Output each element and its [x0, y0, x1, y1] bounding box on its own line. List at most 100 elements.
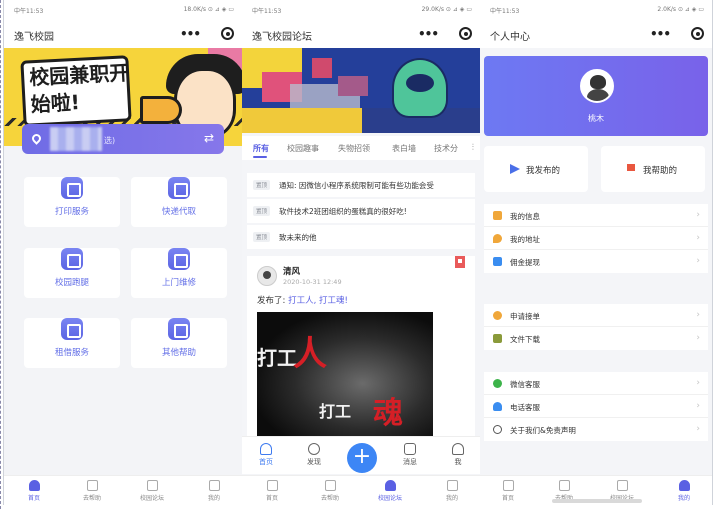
banner-title: 校园兼职开始啦!	[28, 60, 130, 117]
menu-item-phone-support[interactable]: 电话客服 ›	[484, 395, 708, 418]
tab-mine[interactable]: 我的	[432, 480, 472, 502]
forum-tab-home[interactable]: 首页	[250, 443, 282, 467]
horizontal-scrollbar[interactable]	[552, 499, 642, 503]
tile-label: 其他帮助	[161, 348, 196, 358]
menu-item-my-address[interactable]: 我的地址 ›	[484, 227, 708, 250]
tab-all[interactable]: 所有	[253, 143, 269, 154]
pinned-badge: 置顶	[253, 232, 271, 242]
user-icon	[446, 480, 458, 491]
tab-campus-fun[interactable]: 校园趣事	[287, 143, 319, 154]
forum-tab-messages[interactable]: 消息	[394, 443, 426, 467]
status-bar: 中午11:53 2.0K/s ⊙ ⊿ ◈ ▭	[480, 0, 712, 20]
menu-item-about[interactable]: 关于我们&免责声明 ›	[484, 418, 708, 441]
tab-mine[interactable]: 我的	[194, 480, 234, 502]
post-content-highlight[interactable]: 打工人, 打工魂!	[288, 296, 348, 306]
service-tile-repair[interactable]: 上门维修	[131, 248, 227, 298]
menu-group-account: 我的信息 › 我的地址 › 佣金提现 ›	[484, 204, 708, 273]
avatar[interactable]	[580, 69, 614, 103]
tab-bar: 首页 去帮助 校园论坛 我的	[4, 475, 242, 505]
pinned-notice[interactable]: 置顶 致未来的他	[247, 225, 475, 249]
tab-lost-found[interactable]: 失物招领	[338, 143, 370, 154]
notice-text: 软件技术2班团组织的蛋糕真的很好吃!	[279, 207, 407, 216]
more-dots-icon[interactable]: •••	[180, 27, 201, 41]
service-tile-rent[interactable]: 租借服务	[24, 318, 120, 368]
forum-banner-image[interactable]	[242, 48, 480, 133]
location-selector[interactable]: 选) ⇄	[22, 124, 224, 154]
filter-icon[interactable]: ⫶	[472, 143, 474, 153]
chevron-right-icon: ›	[696, 333, 700, 343]
service-tile-courier[interactable]: 快递代取	[131, 177, 227, 227]
close-target-icon[interactable]	[221, 27, 234, 40]
tab-home[interactable]: 首页	[488, 480, 528, 502]
service-tile-print[interactable]: 打印服务	[24, 177, 120, 227]
avatar[interactable]	[257, 266, 277, 286]
tab-confession-wall[interactable]: 表白墙	[392, 143, 416, 154]
tile-label: 打印服务	[54, 207, 89, 217]
post-content: 发布了: 打工人, 打工魂!	[257, 294, 348, 306]
megaphone-icon	[140, 96, 182, 124]
more-dots-icon[interactable]: •••	[418, 27, 439, 41]
wechat-icon	[493, 379, 502, 388]
tab-home[interactable]: 首页	[252, 480, 292, 502]
tab-tech[interactable]: 技术分	[434, 143, 458, 154]
help-icon	[558, 480, 570, 491]
menu-item-file-download[interactable]: 文件下载 ›	[484, 327, 708, 350]
page-title: 逸飞校园	[14, 32, 54, 43]
miniprogram-capsule[interactable]: •••	[648, 24, 706, 44]
profile-header: 桃木	[484, 56, 708, 136]
chevron-right-icon: ›	[696, 233, 700, 243]
banner-block	[338, 76, 368, 96]
bookmark-flag-icon[interactable]	[455, 256, 465, 268]
close-target-icon[interactable]	[459, 27, 472, 40]
more-icon	[168, 318, 190, 340]
pinned-notice[interactable]: 置顶 通知: 因微信小程序系统限制可能有些功能会受	[247, 173, 475, 197]
menu-item-wechat-support[interactable]: 微信客服 ›	[484, 372, 708, 395]
more-dots-icon[interactable]: •••	[650, 27, 671, 41]
service-tile-other[interactable]: 其他帮助	[131, 318, 227, 368]
tab-mine[interactable]: 我的	[664, 480, 704, 502]
status-bar: 中午11:53 29.0K/s ⊙ ⊿ ◈ ▭	[242, 0, 480, 20]
menu-item-apply-orders[interactable]: 申请接单 ›	[484, 304, 708, 327]
menu-item-my-info[interactable]: 我的信息 ›	[484, 204, 708, 227]
chevron-right-icon: ›	[696, 424, 700, 434]
tab-forum[interactable]: 校园论坛	[132, 480, 172, 502]
my-helped-button[interactable]: 我帮助的	[601, 146, 705, 192]
home-icon	[260, 443, 272, 455]
post-image[interactable]: 打工 人 打工 魂	[257, 312, 433, 442]
tab-forum[interactable]: 校园论坛	[370, 480, 410, 502]
user-icon	[678, 480, 690, 491]
forum-tab-discover[interactable]: 发现	[298, 443, 330, 467]
screenshot-stage: 中午11:53 18.0K/s ⊙ ⊿ ◈ ▭ 逸飞校园 ••• 校园兼职开始啦…	[0, 0, 716, 509]
forum-icon	[146, 480, 158, 491]
post-author[interactable]: 清风	[283, 265, 300, 277]
tab-help[interactable]: 去帮助	[72, 480, 112, 502]
discover-icon	[308, 443, 320, 455]
nav-bar: 逸飞校园论坛 •••	[242, 20, 480, 48]
menu-label: 文件下载	[510, 335, 540, 344]
my-posts-button[interactable]: 我发布的	[484, 146, 588, 192]
forum-post[interactable]: 清风 2020-10-31 12:49 发布了: 打工人, 打工魂! 打工 人 …	[247, 256, 475, 446]
menu-item-withdraw[interactable]: 佣金提现 ›	[484, 250, 708, 273]
chevron-right-icon: ›	[696, 401, 700, 411]
phone-profile-screen: 中午11:53 2.0K/s ⊙ ⊿ ◈ ▭ 个人中心 ••• 桃木 我发布的 …	[480, 0, 713, 505]
close-target-icon[interactable]	[691, 27, 704, 40]
home-icon	[502, 480, 514, 491]
tab-label: 首页	[27, 495, 40, 502]
tab-home[interactable]: 首页	[14, 480, 54, 502]
menu-label: 申请接单	[510, 312, 540, 321]
tab-help[interactable]: 去帮助	[310, 480, 350, 502]
forum-tab-me[interactable]: 我	[442, 443, 474, 467]
swap-icon[interactable]: ⇄	[204, 131, 214, 145]
notice-text: 致未来的他	[279, 233, 317, 242]
image-glyph: 打工	[319, 402, 352, 421]
tab-label: 去帮助	[320, 495, 339, 502]
miniprogram-capsule[interactable]: •••	[416, 24, 474, 44]
button-label: 我发布的	[526, 166, 561, 176]
pinned-notice[interactable]: 置顶 软件技术2班团组织的蛋糕真的很好吃!	[247, 199, 475, 223]
menu-label: 电话客服	[510, 403, 540, 412]
service-tile-errand[interactable]: 校园跑腿	[24, 248, 120, 298]
location-pin-icon	[30, 132, 43, 145]
new-post-button[interactable]: +	[347, 443, 377, 473]
menu-label: 我的信息	[510, 212, 540, 221]
miniprogram-capsule[interactable]: •••	[178, 24, 236, 44]
